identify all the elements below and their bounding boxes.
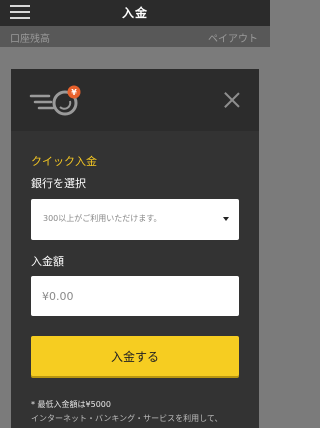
quick-deposit-modal: ¥ クイック入金 銀行を選択 300以上がご利用いただけます。 入金額 入金する… [11, 69, 259, 428]
chevron-down-icon [223, 217, 229, 221]
modal-header: ¥ [11, 69, 259, 131]
bank-select[interactable]: 300以上がご利用いただけます。 [31, 199, 239, 240]
balance-bar: 口座残高 ペイアウト [0, 26, 270, 47]
yen-badge: ¥ [71, 88, 77, 97]
bank-select-label: 銀行を選択 [31, 177, 86, 190]
fast-coin-icon: ¥ [29, 85, 81, 116]
deposit-button[interactable]: 入金する [31, 336, 239, 376]
amount-input[interactable] [31, 276, 239, 316]
page-title: 入金 [121, 6, 148, 20]
close-icon[interactable] [224, 92, 240, 108]
top-bar: 入金 [0, 0, 270, 26]
modal-body: クイック入金 銀行を選択 300以上がご利用いただけます。 入金額 入金する *… [11, 131, 259, 428]
notice-text: インターネット・バンキング・サービスを利用して、 [31, 414, 223, 423]
payout-link[interactable]: ペイアウト [208, 30, 258, 45]
min-deposit-note: * 最低入金額は¥5000 [31, 400, 111, 409]
amount-label: 入金額 [31, 255, 64, 268]
section-title: クイック入金 [31, 155, 97, 168]
balance-label: 口座残高 [10, 34, 50, 45]
bank-select-value: 300以上がご利用いただけます。 [43, 214, 162, 223]
